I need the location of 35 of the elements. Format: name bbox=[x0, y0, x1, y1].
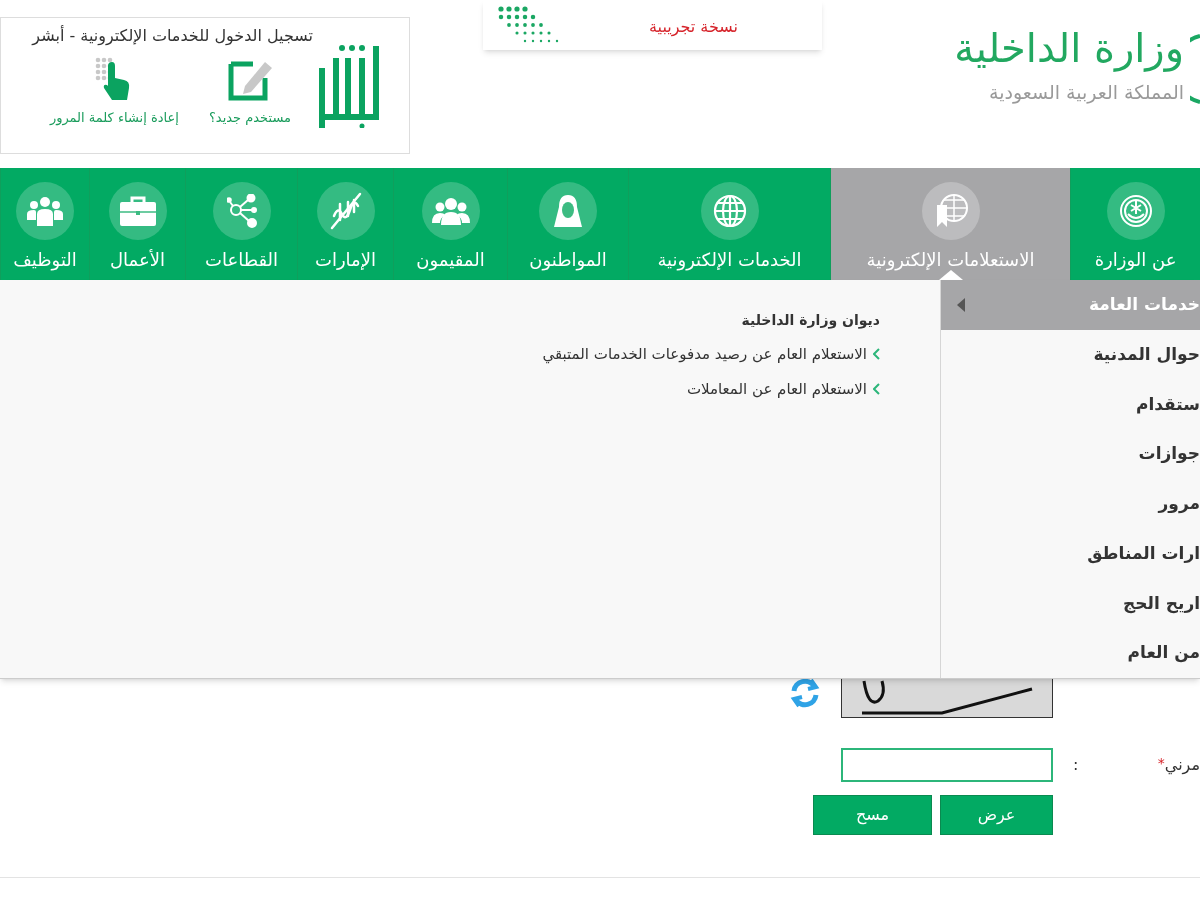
refresh-icon bbox=[789, 677, 821, 709]
category-item[interactable]: خدمات العامة bbox=[941, 280, 1200, 330]
section-title: ديوان وزارة الداخلية bbox=[740, 311, 880, 331]
category-item[interactable]: مرور bbox=[941, 479, 1200, 529]
banner-note: نسخة تجريبية bbox=[649, 16, 738, 39]
colon-separator: : bbox=[1073, 754, 1079, 776]
category-item[interactable]: ارات المناطق bbox=[941, 528, 1200, 579]
category-item[interactable]: ستقدام bbox=[941, 379, 1200, 430]
category-item[interactable]: اريح الحج bbox=[941, 578, 1200, 629]
share-icon bbox=[226, 194, 257, 228]
category-item[interactable]: حوال المدنية bbox=[941, 329, 1200, 380]
nav-tab[interactable]: الاستعلامات الإلكترونية bbox=[830, 168, 1070, 280]
chevron-icon bbox=[873, 348, 880, 361]
briefcase-icon bbox=[119, 196, 156, 226]
form-button[interactable]: عرض bbox=[940, 795, 1053, 835]
emblem-icon bbox=[1190, 34, 1200, 104]
emblem-icon bbox=[1118, 194, 1153, 228]
link-label[interactable]: إعادة إنشاء كلمة المرور bbox=[49, 108, 179, 128]
caret-icon bbox=[957, 297, 965, 312]
person-icon bbox=[551, 193, 585, 229]
category-item[interactable]: من العام bbox=[941, 628, 1200, 678]
country-name: المملكة العربية السعودية bbox=[989, 80, 1184, 106]
category-item[interactable]: جوازات bbox=[941, 429, 1200, 479]
ministry-name: وزارة الداخلية bbox=[954, 24, 1184, 72]
login-title: تسجيل الدخول للخدمات الإلكترونية - أبشر bbox=[30, 24, 313, 48]
people-icon bbox=[431, 197, 470, 225]
query-link[interactable]: الاستعلام العام عن رصيد مدفوعات الخدمات المتبقي bbox=[542, 343, 867, 366]
query-link[interactable]: الاستعلام العام عن المعاملات bbox=[686, 377, 867, 400]
team-icon bbox=[27, 196, 63, 226]
field-label: مرني* bbox=[1157, 754, 1200, 777]
input-field[interactable] bbox=[841, 748, 1053, 782]
form-button[interactable]: مسح bbox=[813, 795, 932, 835]
link-label[interactable]: مستخدم جديد؟ bbox=[208, 108, 291, 128]
chevron-icon bbox=[873, 382, 880, 395]
globe-icon bbox=[711, 193, 748, 229]
